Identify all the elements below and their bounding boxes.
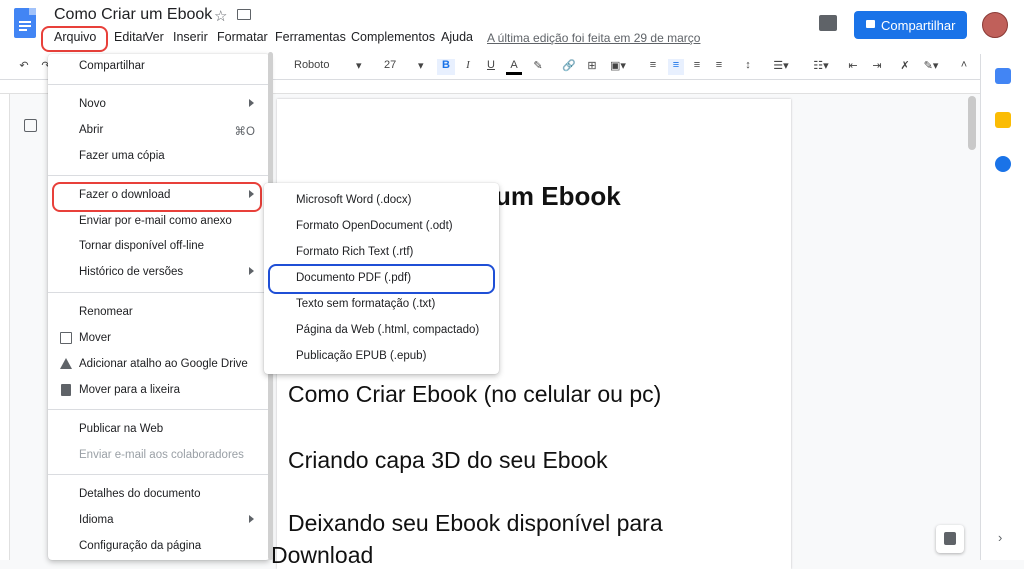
clear-formatting-icon[interactable]: ✗ [898,59,912,75]
decrease-indent-icon[interactable]: ⇤ [846,59,860,75]
document-title[interactable]: Como Criar um Ebook [54,6,212,24]
align-center-icon[interactable]: ≡ [668,59,684,75]
menu-divider [48,292,270,293]
undo-icon[interactable]: ↶ [16,59,32,75]
menu-addons[interactable]: Complementos [351,30,435,44]
font-value: Roboto [294,59,330,71]
text-color-icon[interactable]: A [506,59,522,75]
comments-icon[interactable] [819,15,837,31]
align-right-icon[interactable]: ≡ [690,59,704,75]
file-menu-highlight [41,26,108,52]
explore-icon [944,532,956,545]
download-odt[interactable]: Formato OpenDocument (.odt) [264,215,499,239]
vertical-ruler[interactable] [0,94,10,560]
chevron-down-icon: ▾ [356,60,362,72]
italic-icon[interactable]: I [460,59,476,75]
download-highlight [52,182,262,212]
menu-item-trash[interactable]: Mover para a lixeira [48,379,270,403]
menu-item-make-copy[interactable]: Fazer uma cópia [48,145,270,169]
menu-item-language[interactable]: Idioma [48,509,270,533]
download-rtf[interactable]: Formato Rich Text (.rtf) [264,241,499,265]
font-select[interactable]: Roboto ▾ [294,59,364,75]
submenu-arrow-icon [249,267,254,275]
folder-move-icon [60,332,72,344]
menu-item-offline[interactable]: Tornar disponível off-line [48,235,270,259]
lock-icon [866,20,875,28]
menu-item-open[interactable]: Abrir ⌘O [48,119,270,143]
keep-icon[interactable] [995,112,1011,128]
pdf-highlight [268,264,495,294]
last-edit-link[interactable]: A última edição foi feita em 29 de março [487,31,700,45]
menu-divider [48,409,270,410]
bold-icon[interactable]: B [437,59,455,75]
trash-icon [61,384,71,396]
menu-item-move[interactable]: Mover [48,327,270,351]
menu-edit[interactable]: Editar [114,30,147,44]
scrollbar[interactable] [968,96,976,150]
download-epub[interactable]: Publicação EPUB (.epub) [264,345,499,369]
menu-format[interactable]: Formatar [217,30,268,44]
download-docx[interactable]: Microsoft Word (.docx) [264,189,499,213]
paragraph-line: Como Criar Ebook (no celular ou pc) [288,381,662,407]
font-size-value: 27 [384,59,397,71]
chevron-right-icon[interactable]: › [998,530,1002,545]
font-size-select[interactable]: 27 ▾ [384,59,428,75]
menu-help[interactable]: Ajuda [441,30,473,44]
avatar[interactable] [982,12,1008,38]
document-outline-icon[interactable] [24,119,37,132]
side-panel: › [980,54,1024,560]
align-justify-icon[interactable]: ≡ [712,59,726,75]
tasks-icon[interactable] [995,156,1011,172]
menu-item-add-shortcut[interactable]: Adicionar atalho ao Google Drive [48,353,270,377]
increase-indent-icon[interactable]: ⇥ [870,59,884,75]
menu-view[interactable]: Ver [145,30,164,44]
paragraph-line: Download [271,542,374,568]
menu-item-publish[interactable]: Publicar na Web [48,418,270,442]
menu-item-share[interactable]: Compartilhar [48,55,270,79]
document-heading: um Ebook [495,181,621,211]
file-menu: Compartilhar Novo Abrir ⌘O Fazer uma cópi… [48,54,270,560]
download-txt[interactable]: Texto sem formatação (.txt) [264,293,499,317]
menu-item-version-history[interactable]: Histórico de versões [48,261,270,285]
menu-tools[interactable]: Ferramentas [275,30,346,44]
menu-item-document-details[interactable]: Detalhes do documento [48,483,270,507]
editing-mode-icon[interactable]: ✎▾ [918,59,944,75]
line-spacing-icon[interactable]: ↕ [740,59,756,75]
submenu-arrow-icon [249,99,254,107]
add-comment-icon[interactable]: ⊞ [584,59,600,75]
align-left-icon[interactable]: ≡ [646,59,660,75]
menu-insert[interactable]: Inserir [173,30,208,44]
star-icon[interactable]: ☆ [214,7,227,25]
drive-shortcut-icon [60,358,72,369]
menu-item-rename[interactable]: Renomear [48,301,270,325]
menu-item-page-setup[interactable]: Configuração da página [48,535,270,559]
paragraph-line: Criando capa 3D do seu Ebook [288,447,608,473]
menu-divider [48,474,270,475]
docs-logo-icon[interactable] [14,8,36,38]
calendar-icon[interactable] [995,68,1011,84]
chevron-up-icon[interactable]: ˄ [956,59,972,75]
menu-item-email-attachment[interactable]: Enviar por e-mail como anexo [48,210,270,234]
checklist-icon[interactable]: ☰▾ [766,59,796,75]
underline-icon[interactable]: U [483,59,499,75]
explore-button[interactable] [936,525,964,553]
bulleted-list-icon[interactable]: ☷▾ [806,59,836,75]
share-button-label: Compartilhar [881,18,956,33]
menu-item-email-collaborators: Enviar e-mail aos colaboradores [79,449,244,461]
link-icon[interactable]: 🔗 [561,59,577,75]
chevron-down-icon: ▾ [418,60,424,72]
move-folder-icon[interactable] [237,9,251,20]
paragraph-line: Deixando seu Ebook disponível para [288,510,663,536]
download-html[interactable]: Página da Web (.html, compactado) [264,319,499,343]
highlight-icon[interactable]: ✎ [530,59,546,75]
menu-divider [48,84,270,85]
menu-item-new[interactable]: Novo [48,93,270,117]
menu-divider [48,175,270,176]
submenu-arrow-icon [249,515,254,523]
share-button[interactable]: Compartilhar [854,11,967,39]
image-icon[interactable]: ▣▾ [606,59,630,75]
title-bar: Como Criar um Ebook ☆ Arquivo Editar Ver… [0,0,1024,54]
